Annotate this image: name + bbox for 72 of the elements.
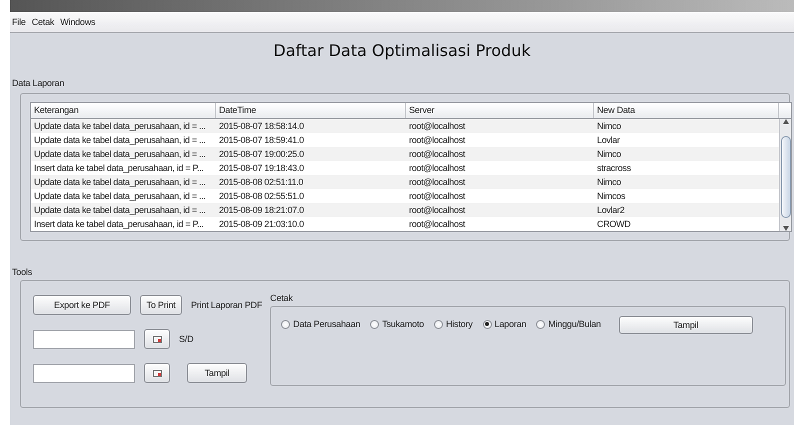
radio-option[interactable]: Tsukamoto	[370, 319, 424, 329]
calendar-icon	[152, 336, 162, 342]
panel-label: Tools	[12, 267, 34, 277]
scroll-thumb[interactable]	[780, 136, 790, 218]
page-title: Daftar Data Optimalisasi Produk	[273, 41, 531, 60]
radio-button[interactable]	[434, 320, 443, 328]
table-cell-text: Lovlar2	[596, 204, 626, 217]
menu-item[interactable]: Cetak	[32, 17, 54, 27]
table-cell-text: 2015-08-08 02:51:11.0	[218, 176, 304, 189]
table-row[interactable]: Update data ke tabel data_perusahaan, id = ... 2015-08-07 18:58:14.0 root@localhost Nimco	[31, 119, 779, 133]
print-label: Print Laporan PDF	[191, 300, 262, 310]
print-button[interactable]: To Print	[140, 295, 182, 315]
table-cell-text: 2015-08-09 18:21:07.0	[218, 204, 305, 217]
table-cell-text: stracross	[596, 162, 632, 175]
table-cell-text: root@localhost	[408, 148, 466, 161]
menu-item[interactable]: Windows	[60, 17, 96, 27]
radio-option[interactable]: Minggu/Bulan	[536, 319, 601, 329]
table-cell-text: 2015-08-07 19:00:25.0	[218, 148, 305, 161]
date-field[interactable]	[33, 330, 135, 348]
table-row[interactable]: Update data ke tabel data_perusahaan, id = ... 2015-08-08 02:51:11.0 root@localhost Nimco	[31, 175, 779, 189]
radio-button[interactable]	[482, 320, 492, 328]
export-button[interactable]: Export ke PDF	[33, 295, 131, 315]
table-cell-text: Nimcos	[596, 190, 626, 203]
radio-button[interactable]	[370, 320, 380, 328]
column-header[interactable]: New Data	[594, 103, 779, 118]
table-cell-text: root@localhost	[408, 134, 466, 147]
show-button[interactable]: Tampil	[618, 316, 753, 334]
radio-button[interactable]	[536, 320, 546, 328]
table-cell-text: root@localhost	[408, 120, 466, 133]
group-label: Cetak	[270, 293, 294, 303]
radio-button[interactable]	[281, 320, 290, 328]
table-cell-text: Update data ke tabel data_perusahaan, id = ...	[33, 204, 207, 217]
table-cell-text: Update data ke tabel data_perusahaan, id = ...	[33, 120, 207, 133]
table-cell-text: 2015-08-08 02:55:51.0	[218, 190, 305, 203]
table-row[interactable]: Update data ke tabel data_perusahaan, id = ... 2015-08-09 18:21:07.0 root@localhost Lovlar2	[31, 203, 779, 217]
table-cell-text: 2015-08-07 19:18:43.0	[218, 162, 305, 175]
table-cell-text: root@localhost	[408, 190, 466, 203]
table-cell-text: root@localhost	[408, 218, 466, 231]
radio-option[interactable]: History	[434, 319, 473, 329]
show-button[interactable]: Tampil	[187, 363, 247, 383]
calendar-icon	[152, 370, 162, 376]
column-header[interactable]: Server	[406, 103, 594, 118]
table-cell-text: 2015-08-07 18:58:14.0	[218, 120, 305, 133]
table-cell-text: Update data ke tabel data_perusahaan, id = ...	[33, 148, 207, 161]
table-cell-text: 2015-08-07 18:59:41.0	[218, 134, 305, 147]
table-cell-text: Insert data ke tabel data_perusahaan, id = P...	[33, 218, 205, 231]
table-cell-text: Update data ke tabel data_perusahaan, id = ...	[33, 190, 207, 203]
column-header[interactable]: DateTime	[216, 103, 406, 118]
panel-label: Data Laporan	[12, 78, 66, 88]
scroll-down-icon[interactable]	[782, 226, 788, 231]
table-cell-text: Update data ke tabel data_perusahaan, id = ...	[33, 134, 207, 147]
radio-option[interactable]: Laporan	[482, 319, 526, 329]
table-cell-text: Nimco	[596, 148, 622, 161]
table-cell-text: Update data ke tabel data_perusahaan, id = ...	[33, 176, 207, 189]
date-field[interactable]	[33, 364, 135, 382]
table-cell-text: Insert data ke tabel data_perusahaan, id = P...	[33, 162, 205, 175]
table-cell-text: Lovlar	[596, 134, 621, 147]
column-header[interactable]: Keterangan	[31, 103, 216, 118]
calendar-button[interactable]	[144, 329, 170, 349]
table-cell-text: 2015-08-09 21:03:10.0	[218, 218, 305, 231]
table-cell-text: CROWD	[596, 218, 632, 231]
calendar-button[interactable]	[144, 363, 170, 383]
table-cell-text: root@localhost	[408, 162, 466, 175]
table-row[interactable]: Update data ke tabel data_perusahaan, id = ... 2015-08-07 19:00:25.0 root@localhost Nimco	[31, 147, 779, 161]
radio-option[interactable]: Data Perusahaan	[281, 319, 360, 329]
table-cell-text: root@localhost	[408, 176, 466, 189]
table-cell-text: root@localhost	[408, 204, 466, 217]
scrollbar[interactable]	[779, 119, 791, 231]
table-cell-text: Nimco	[596, 120, 622, 133]
menu-item[interactable]: File	[12, 17, 26, 27]
range-label: S/D	[179, 334, 194, 344]
table-cell-text: Nimco	[596, 176, 622, 189]
